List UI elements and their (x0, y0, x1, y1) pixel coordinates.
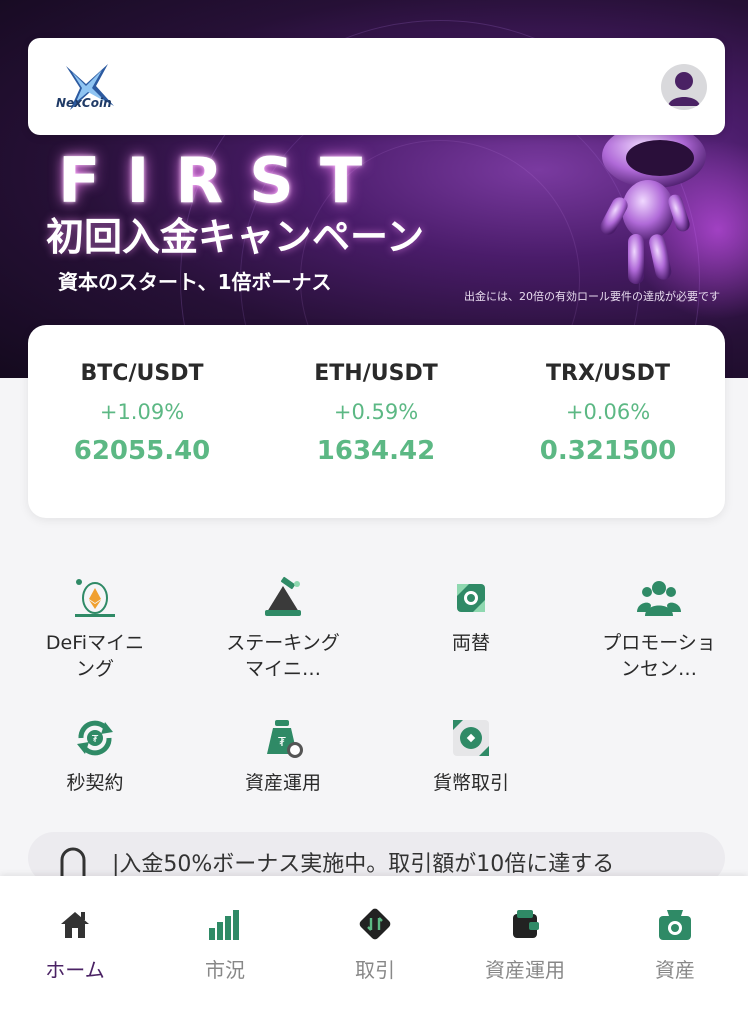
menu-item-exchange[interactable]: 両替 (396, 576, 546, 656)
notice-text: |入金50%ボーナス実施中。取引額が10倍に達する (112, 852, 615, 877)
defi-mining-icon (75, 579, 115, 617)
nav-item-asset-management[interactable]: 資産運用 (450, 906, 600, 983)
menu-item-staking-mining[interactable]: ステーキングマイニ… (208, 576, 358, 682)
nav-item-market[interactable]: 市況 (150, 906, 300, 983)
second-contract-icon: ₮ (77, 720, 113, 756)
nav-label: ホーム (45, 958, 105, 982)
nav-item-home[interactable]: ホーム (0, 906, 150, 983)
nav-label: 資産運用 (485, 958, 565, 982)
ticker-change: +0.06% (565, 400, 651, 424)
ticker-pair: ETH/USDT (314, 361, 438, 386)
banner-title: 初回入金キャンペーン (46, 215, 425, 259)
wallet-icon (513, 910, 539, 938)
menu-label: ステーキングマイニ… (226, 632, 340, 680)
ticker-price: 1634.42 (316, 436, 436, 466)
menu-label: 秒契約 (66, 772, 124, 794)
ticker-item[interactable]: ETH/USDT +0.59% 1634.42 (276, 361, 476, 466)
nav-label: 資産 (655, 958, 695, 982)
nav-label: 市況 (205, 958, 245, 982)
assets-icon (659, 910, 691, 940)
home-icon (61, 912, 89, 938)
ticker-change: +0.59% (333, 400, 419, 424)
bottom-nav: ホーム 市況 取引 資産運用 資産 (0, 876, 748, 1024)
ticker-item[interactable]: TRX/USDT +0.06% 0.321500 (508, 361, 708, 466)
ticker-change: +1.09% (99, 400, 185, 424)
menu-item-defi-mining[interactable]: DeFiマイニング (20, 576, 170, 682)
menu-label: 資産運用 (244, 772, 321, 794)
banner-subtitle: 資本のスタート、1倍ボーナス (58, 270, 332, 294)
ticker-price: 62055.40 (73, 436, 211, 466)
currency-trade-icon (453, 720, 489, 756)
menu-label: DeFiマイニング (45, 632, 145, 680)
nav-item-trade[interactable]: 取引 (300, 906, 450, 983)
ticker-pair: BTC/USDT (80, 361, 204, 386)
logo-text: NexCoin (56, 96, 112, 110)
exchange-icon (457, 584, 485, 612)
menu-item-currency-trade[interactable]: 貨幣取引 (396, 716, 546, 796)
promotion-icon (637, 581, 681, 616)
app-header: NexCoin (28, 38, 725, 135)
menu-label: 両替 (451, 632, 490, 654)
nav-item-assets[interactable]: 資産 (600, 906, 748, 983)
nav-label: 取引 (355, 958, 395, 982)
svg-text:₮: ₮ (92, 734, 99, 745)
user-avatar[interactable] (661, 64, 707, 110)
menu-label: 貨幣取引 (432, 772, 509, 794)
user-icon (668, 72, 700, 106)
menu-item-promotion-center[interactable]: プロモーションセン… (584, 576, 734, 682)
svg-text:₮: ₮ (278, 735, 286, 749)
ticker-pair: TRX/USDT (546, 361, 670, 386)
menu-item-second-contract[interactable]: ₮ 秒契約 (20, 716, 170, 796)
market-icon (209, 910, 239, 940)
market-ticker-card: BTC/USDT +1.09% 62055.40 ETH/USDT +0.59%… (28, 325, 725, 518)
robot-mascot-icon (600, 126, 706, 284)
asset-management-icon: ₮ (267, 720, 303, 758)
ticker-price: 0.321500 (539, 436, 677, 466)
menu-label: プロモーションセン… (602, 632, 716, 680)
ticker-item[interactable]: BTC/USDT +1.09% 62055.40 (42, 361, 242, 466)
trade-icon (359, 908, 391, 940)
staking-icon (265, 576, 301, 616)
menu-item-asset-management[interactable]: ₮ 資産運用 (208, 716, 358, 796)
